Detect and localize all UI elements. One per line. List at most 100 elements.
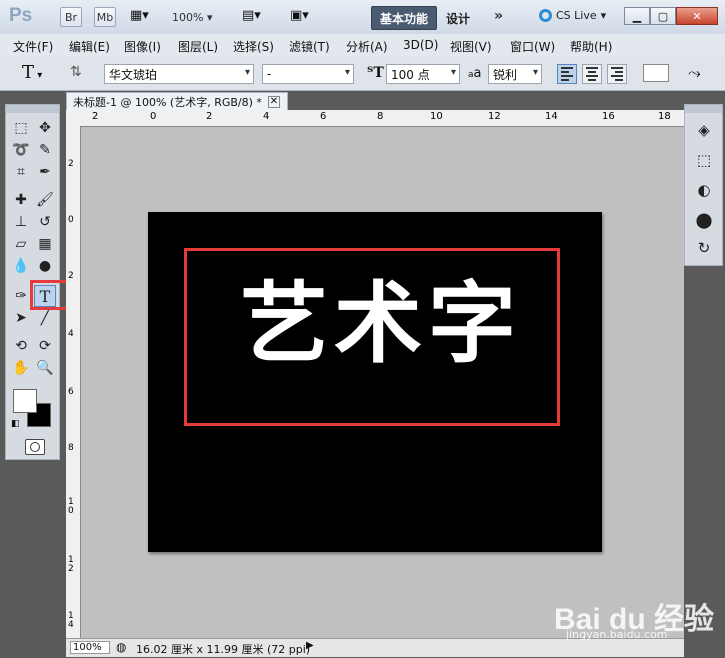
hand-tool-icon[interactable]: ✋: [10, 357, 32, 379]
brush-tool-icon[interactable]: 🖌: [34, 189, 56, 211]
font-family-dropdown[interactable]: 华文琥珀 ▾: [104, 64, 254, 84]
foreground-color-swatch-front[interactable]: [13, 389, 37, 413]
warp-text-icon[interactable]: ⤳: [688, 63, 701, 83]
ruler-tick-label: 16: [602, 111, 615, 122]
quick-mask-button[interactable]: [25, 439, 45, 455]
adjustments-panel-icon[interactable]: ◐: [691, 177, 717, 203]
align-left-button[interactable]: [557, 64, 577, 84]
mini-bridge-label: Mb: [96, 10, 114, 24]
workspace-essentials-label: 基本功能: [379, 11, 428, 26]
menu-filter[interactable]: 滤镜(T): [289, 38, 330, 55]
workspace-more-button[interactable]: »: [494, 8, 503, 24]
transform-panel-icon[interactable]: ⬚: [691, 147, 717, 173]
chevron-down-icon: ▾: [244, 67, 250, 78]
zoom-tool-icon[interactable]: 🔍: [34, 357, 56, 379]
menu-3d[interactable]: 3D(D): [403, 38, 438, 52]
move-tool-icon[interactable]: ✥: [34, 117, 56, 139]
text-color-swatch[interactable]: [643, 64, 669, 82]
screen-mode-icon[interactable]: ▣▾: [290, 8, 326, 26]
menu-view[interactable]: 视图(V): [450, 38, 492, 55]
zoom-level-label: 100%: [172, 11, 204, 24]
align-center-button[interactable]: [582, 64, 602, 84]
quick-selection-tool-icon[interactable]: ✎: [34, 139, 56, 161]
spot-healing-tool-icon[interactable]: ✚: [10, 189, 32, 211]
dodge-tool-icon[interactable]: ●: [34, 255, 56, 277]
view-extras-icon[interactable]: ▦▾: [130, 8, 158, 26]
menu-window[interactable]: 窗口(W): [510, 38, 555, 55]
antialias-icon-label: a: [473, 66, 482, 81]
masks-panel-icon[interactable]: ⬤: [691, 207, 717, 233]
ruler-tick-label: 14: [68, 611, 74, 630]
text-orientation-icon[interactable]: ⇅: [70, 64, 82, 80]
type-tool-glyph: T: [22, 62, 35, 83]
menu-analysis[interactable]: 分析(A): [346, 38, 388, 55]
3d-rotate-tool-icon[interactable]: ⟲: [10, 335, 32, 357]
maximize-button[interactable]: ▢: [650, 7, 676, 25]
ruler-tick-label: 8: [377, 111, 384, 122]
menu-image[interactable]: 图像(I): [124, 38, 161, 55]
ruler-tick-label: 2: [68, 159, 74, 169]
photoshop-logo: Ps: [9, 5, 33, 26]
workspace-essentials-button[interactable]: 基本功能: [371, 6, 437, 30]
status-info-icon[interactable]: ◍: [116, 640, 126, 654]
menu-help[interactable]: 帮助(H): [570, 38, 612, 55]
horizontal-ruler[interactable]: 2 0 2 4 6 8 10 12 14 16 18: [66, 110, 684, 127]
ruler-tick-label: 2: [92, 111, 99, 122]
history-brush-tool-icon[interactable]: ↺: [34, 211, 56, 233]
mini-bridge-button[interactable]: Mb: [94, 7, 116, 27]
antialias-dropdown[interactable]: 锐利 ▾: [488, 64, 542, 84]
pen-tool-icon[interactable]: ✑: [10, 285, 32, 307]
menu-edit[interactable]: 编辑(E): [69, 38, 110, 55]
history-panel-icon[interactable]: ↻: [691, 235, 717, 261]
cs-live-label: CS Live: [556, 9, 597, 22]
lasso-tool-icon[interactable]: ➰: [10, 139, 32, 161]
panels-dock-header[interactable]: [685, 105, 722, 113]
status-zoom-field[interactable]: 100%: [70, 641, 110, 654]
cs-live-button[interactable]: CS Live ▾: [539, 9, 606, 22]
clone-stamp-tool-icon[interactable]: ⊥: [10, 211, 32, 233]
line-tool-icon[interactable]: ╱: [34, 307, 56, 329]
chevron-down-icon: ▾: [344, 67, 350, 78]
workspace-design-button[interactable]: 设计: [446, 10, 470, 27]
minimize-button[interactable]: ▁: [624, 7, 650, 25]
tools-panel-header[interactable]: [6, 105, 59, 113]
close-tab-icon[interactable]: ✕: [267, 95, 280, 108]
antialias-icon: aa: [468, 66, 481, 81]
arrange-documents-icon[interactable]: ▤▾: [242, 8, 278, 26]
ruler-tick-label: 4: [68, 329, 74, 339]
ruler-tick-label: 14: [545, 111, 558, 122]
font-style-dropdown[interactable]: - ▾: [262, 64, 354, 84]
path-selection-tool-icon[interactable]: ➤: [10, 307, 32, 329]
rectangular-marquee-tool-icon[interactable]: ⬚: [10, 117, 32, 139]
ruler-tick-label: 10: [68, 497, 74, 516]
close-button[interactable]: ✕: [676, 7, 718, 25]
document-tab[interactable]: 未标题-1 @ 100% (艺术字, RGB/8) * ✕: [66, 92, 288, 110]
gradient-tool-icon[interactable]: ▦: [34, 233, 56, 255]
ruler-tick-label: 2: [68, 271, 74, 281]
font-size-dropdown[interactable]: 100 点 ▾: [386, 64, 460, 84]
menu-select[interactable]: 选择(S): [233, 38, 274, 55]
layers-panel-icon[interactable]: ◈: [691, 117, 717, 143]
bridge-button[interactable]: Br: [60, 7, 82, 27]
eraser-tool-icon[interactable]: ▱: [10, 233, 32, 255]
blur-tool-icon[interactable]: 💧: [10, 255, 32, 277]
zoom-level-dropdown[interactable]: 100% ▾: [172, 11, 212, 24]
default-colors-icon[interactable]: ◧: [11, 419, 20, 429]
tool-preset-picker[interactable]: T ▾: [22, 62, 42, 83]
status-menu-arrow-icon[interactable]: ▶: [306, 640, 314, 651]
panels-dock: ◈ ⬚ ◐ ⬤ ↻: [684, 104, 723, 266]
chevron-down-icon: ▾: [34, 70, 43, 81]
crop-tool-icon[interactable]: ⌗: [10, 161, 32, 183]
eyedropper-tool-icon[interactable]: ✒: [34, 161, 56, 183]
antialias-value: 锐利: [493, 67, 518, 82]
ruler-tick-label: 4: [263, 111, 270, 122]
3d-orbit-tool-icon[interactable]: ⟳: [34, 335, 56, 357]
menu-file[interactable]: 文件(F): [13, 38, 53, 55]
font-size-value: 100 点: [391, 67, 430, 82]
menu-layer[interactable]: 图层(L): [178, 38, 218, 55]
vertical-ruler[interactable]: 2 0 2 4 6 8 10 12 14: [66, 126, 81, 638]
document-tab-title: 未标题-1 @ 100% (艺术字, RGB/8) *: [73, 95, 262, 109]
align-right-button[interactable]: [607, 64, 627, 84]
bridge-label: Br: [64, 10, 78, 24]
title-bar: Ps Br Mb ▦▾ 100% ▾ ▤▾ ▣▾ 基本功能 设计 » CS Li…: [0, 0, 725, 35]
